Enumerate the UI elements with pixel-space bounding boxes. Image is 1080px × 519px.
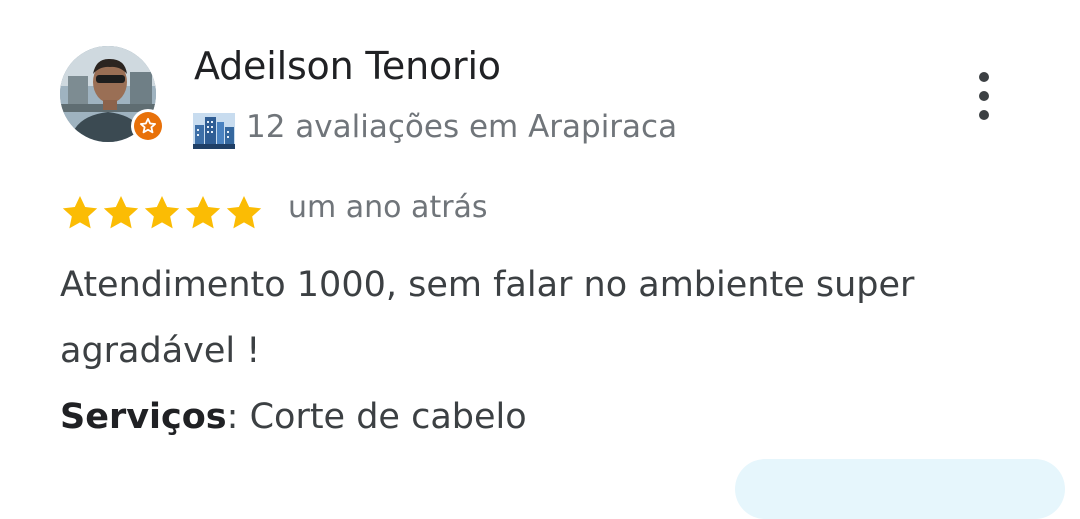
review-text: Atendimento 1000, sem falar no ambiente …: [60, 265, 915, 371]
star-icon: [144, 196, 180, 229]
local-guide-badge: [131, 109, 165, 143]
more-vert-icon: [979, 72, 989, 82]
services-line: Serviços: Corte de cabelo: [60, 386, 527, 448]
review-date: um ano atrás: [288, 190, 488, 225]
services-label: Serviços: [60, 397, 227, 437]
star-icon: [62, 196, 98, 229]
local-guide-star-icon: [134, 112, 162, 140]
more-vert-icon-dot: [979, 110, 989, 120]
city-buildings-icon: [193, 113, 235, 149]
reviewer-reviews-summary[interactable]: 12 avaliações em Arapiraca: [246, 109, 677, 145]
star-icon: [185, 196, 221, 229]
star-icon: [226, 196, 262, 229]
reviewer-name[interactable]: Adeilson Tenorio: [194, 44, 501, 88]
services-separator: :: [226, 397, 239, 437]
star-rating: [60, 193, 265, 235]
reviewer-avatar[interactable]: [60, 46, 165, 144]
partial-chip[interactable]: [735, 459, 1065, 519]
services-value: Corte de cabelo: [249, 397, 527, 437]
star-icon: [103, 196, 139, 229]
more-vert-icon-dot: [979, 91, 989, 101]
more-options-button[interactable]: [966, 68, 1002, 124]
